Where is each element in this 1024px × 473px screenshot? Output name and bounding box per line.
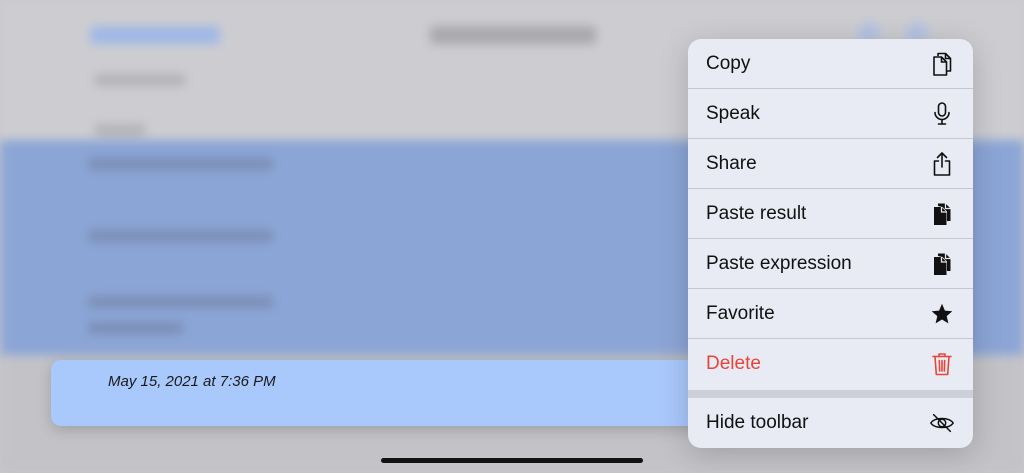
menu-item-label: Speak [706, 103, 760, 124]
menu-item-speak[interactable]: Speak [688, 89, 973, 139]
menu-item-label: Copy [706, 53, 751, 74]
background-text-line [88, 296, 273, 308]
background-text-line [95, 74, 185, 86]
menu-item-label: Favorite [706, 303, 775, 324]
share-icon [929, 151, 955, 177]
trash-icon [929, 351, 955, 377]
menu-item-label: Delete [706, 353, 761, 374]
selected-history-cell[interactable]: May 15, 2021 at 7:36 PM [51, 360, 751, 426]
menu-item-label: Hide toolbar [706, 412, 809, 433]
menu-item-share[interactable]: Share [688, 139, 973, 189]
paste-icon [929, 251, 955, 277]
background-text-line [88, 322, 183, 334]
menu-item-favorite[interactable]: Favorite [688, 289, 973, 339]
menu-item-label: Share [706, 153, 757, 174]
microphone-icon [929, 101, 955, 127]
home-indicator[interactable] [381, 458, 643, 463]
menu-item-delete[interactable]: Delete [688, 339, 973, 389]
menu-item-hide-toolbar[interactable]: Hide toolbar [688, 398, 973, 448]
paste-icon [929, 201, 955, 227]
star-icon [929, 301, 955, 327]
menu-item-copy[interactable]: Copy [688, 39, 973, 89]
background-nav-link [90, 26, 220, 44]
eye-slash-icon [929, 410, 955, 436]
menu-item-label: Paste expression [706, 253, 852, 274]
menu-item-label: Paste result [706, 203, 807, 224]
background-text-line [95, 124, 145, 136]
menu-section-separator [688, 390, 973, 398]
background-text-line [88, 230, 273, 242]
history-timestamp: May 15, 2021 at 7:36 PM [108, 373, 276, 390]
background-nav-title [430, 26, 596, 44]
context-menu: Copy Speak Share Paste result Paste expr… [688, 39, 973, 448]
background-text-line [88, 158, 273, 170]
menu-item-paste-result[interactable]: Paste result [688, 189, 973, 239]
menu-item-paste-expression[interactable]: Paste expression [688, 239, 973, 289]
copy-icon [929, 51, 955, 77]
